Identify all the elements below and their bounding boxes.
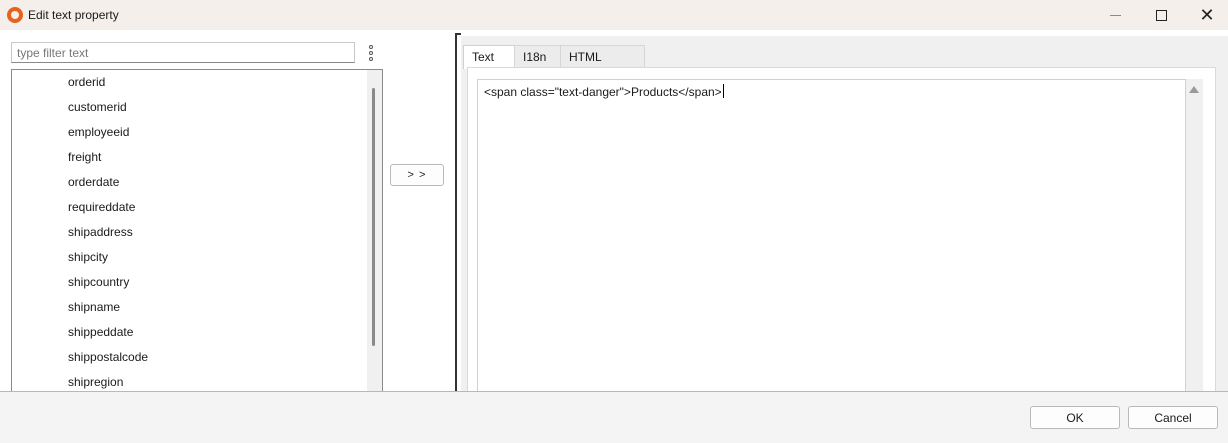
tab-i18n[interactable]: I18n	[514, 45, 561, 68]
text-editor[interactable]: <span class="text-danger">Products</span…	[477, 79, 1186, 391]
pane-splitter[interactable]	[455, 33, 457, 391]
list-item[interactable]: orderid	[68, 70, 105, 95]
editor-content: <span class="text-danger">Products</span…	[484, 85, 722, 99]
list-item[interactable]: shipcity	[68, 245, 108, 270]
field-list[interactable]: orderid customerid employeeid freight orderd…	[11, 69, 383, 399]
app-logo-icon	[7, 7, 23, 23]
kebab-menu-icon[interactable]	[366, 45, 376, 61]
list-item[interactable]: shipcountry	[68, 270, 129, 295]
splitter-handle	[455, 33, 461, 35]
filter-input[interactable]	[11, 42, 355, 63]
editor-scrollbar[interactable]	[1186, 79, 1203, 391]
cancel-button[interactable]: Cancel	[1128, 406, 1218, 429]
tab-html-preview[interactable]: HTML Preview	[560, 45, 645, 86]
list-item[interactable]: shippeddate	[68, 320, 133, 345]
list-item[interactable]: requireddate	[68, 195, 135, 220]
list-item[interactable]: orderdate	[68, 170, 119, 195]
list-scrollbar[interactable]	[367, 70, 382, 399]
maximize-icon	[1155, 9, 1167, 21]
list-item[interactable]: shipname	[68, 295, 120, 320]
minimize-button[interactable]	[1092, 0, 1138, 30]
ok-button[interactable]: OK	[1030, 406, 1120, 429]
list-item[interactable]: shippostalcode	[68, 345, 148, 370]
list-item[interactable]: customerid	[68, 95, 127, 120]
list-item[interactable]: employeeid	[68, 120, 129, 145]
tab-text[interactable]: Text	[463, 45, 515, 69]
list-item[interactable]: freight	[68, 145, 101, 170]
close-icon: ✕	[1199, 5, 1215, 25]
list-scroll-thumb[interactable]	[372, 88, 375, 346]
title-bar: Edit text property ✕	[0, 0, 1228, 30]
add-field-button[interactable]: > >	[390, 164, 444, 186]
list-item[interactable]: shipaddress	[68, 220, 133, 245]
text-caret	[722, 84, 724, 98]
minimize-icon	[1109, 14, 1121, 16]
scroll-up-arrow-icon[interactable]	[1189, 86, 1199, 93]
window-title: Edit text property	[28, 8, 119, 22]
close-button[interactable]: ✕	[1184, 0, 1228, 30]
maximize-button[interactable]	[1138, 0, 1184, 30]
tab-strip: Text I18n HTML Preview	[463, 45, 645, 86]
